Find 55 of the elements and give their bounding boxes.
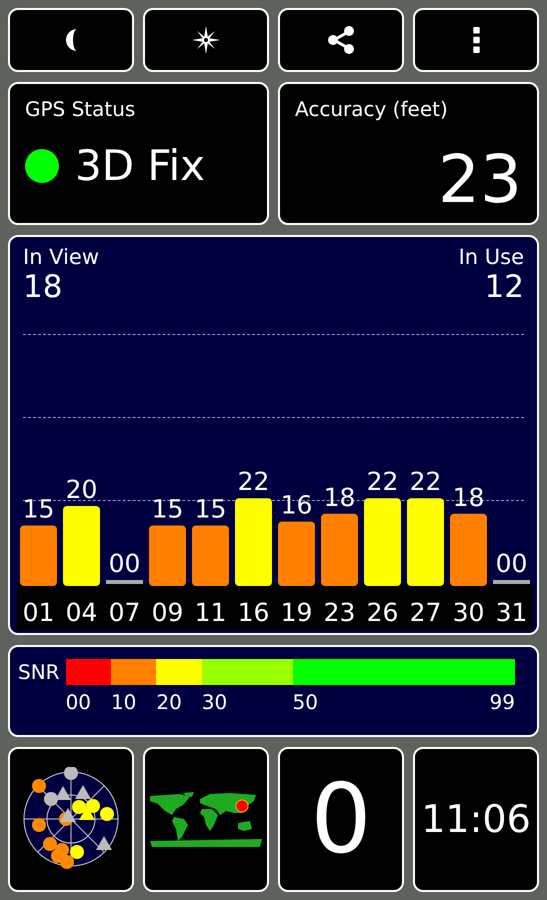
clock-time: 11:06 [421, 796, 531, 843]
signal-bar [106, 580, 143, 584]
satellite-id: 09 [152, 598, 184, 628]
satellite-id: 07 [108, 598, 140, 628]
snr-scale-label: 30 [202, 689, 228, 716]
more-icon [472, 26, 480, 53]
signal-bar [149, 526, 186, 586]
signal-bar [493, 580, 530, 584]
accuracy-value: 23 [438, 147, 522, 214]
accuracy-title: Accuracy (feet) [295, 96, 448, 123]
snr-value: 15 [22, 494, 54, 524]
snr-value: 16 [280, 490, 312, 520]
snr-scale-label: 50 [292, 689, 318, 716]
share-button[interactable] [278, 8, 404, 72]
snr-value: 18 [324, 483, 356, 512]
gps-status-title: GPS Status [25, 96, 136, 123]
satellite-id: 26 [366, 598, 398, 628]
signal-bar [20, 526, 57, 586]
satellite-id: 19 [280, 598, 312, 628]
satellite-id: 04 [66, 598, 98, 628]
compass-star-icon [192, 26, 220, 54]
in-use-count: 12 [484, 270, 524, 304]
night-mode-button[interactable] [8, 8, 134, 72]
compass-button[interactable] [143, 8, 269, 72]
satellite-id: 27 [410, 598, 442, 628]
satellite-id: 16 [238, 598, 270, 628]
satellite-id: 31 [496, 598, 528, 628]
snr-value: 15 [194, 494, 226, 524]
snr-scale-label: 20 [156, 689, 182, 716]
moon-icon [66, 28, 76, 51]
satellite-id: 23 [324, 598, 356, 628]
snr-scale-label: 00 [66, 689, 92, 716]
snr-value: 22 [410, 468, 442, 497]
snr-value: 22 [238, 468, 270, 497]
satellite-id: 30 [452, 598, 484, 628]
snr-value: 00 [108, 549, 140, 578]
in-view-label: In View [23, 245, 100, 270]
count-value: 0 [310, 771, 372, 868]
in-view-count: 18 [23, 270, 64, 304]
snr-value: 22 [366, 468, 398, 497]
snr-scale-label: 99 [490, 689, 515, 716]
snr-value: 20 [66, 475, 98, 504]
snr-scale-label: 10 [110, 689, 136, 716]
signal-bar [278, 522, 315, 586]
fix-status: 3D Fix [75, 140, 206, 192]
snr-value: 00 [496, 549, 528, 578]
snr-label: SNR [18, 662, 60, 686]
share-icon [327, 26, 355, 54]
snr-value: 18 [452, 483, 484, 512]
signal-bar [192, 526, 229, 586]
satellite-id: 01 [22, 598, 54, 628]
satellite-id: 11 [194, 598, 226, 628]
menu-button[interactable] [413, 8, 539, 72]
snr-value: 15 [152, 494, 184, 524]
in-use-label: In Use [458, 245, 524, 270]
